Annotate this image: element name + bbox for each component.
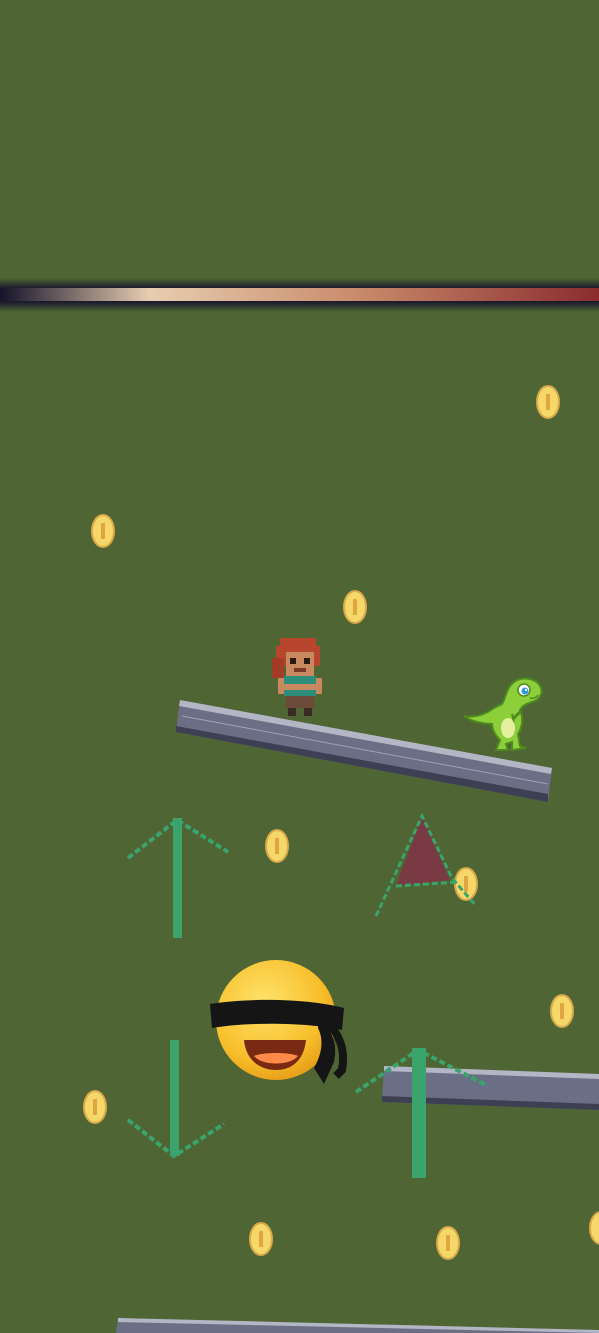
coin (589, 1211, 599, 1245)
coin (436, 1226, 460, 1260)
coin (265, 829, 289, 863)
up-arrow-right (354, 1047, 489, 1178)
spike-hazard (374, 812, 478, 917)
laser-beam (0, 278, 599, 312)
coin (536, 385, 560, 419)
coin (91, 514, 115, 548)
up-arrow-left (126, 817, 230, 938)
blindfolded-smiley-emoji (210, 960, 347, 1084)
game-scene (0, 0, 599, 1333)
coin (249, 1222, 273, 1256)
coin (343, 590, 367, 624)
pixel-girl-character (272, 638, 322, 716)
coin (83, 1090, 107, 1124)
coin (550, 994, 574, 1028)
green-dinosaur (463, 677, 543, 752)
bottom-platform (116, 1318, 599, 1333)
